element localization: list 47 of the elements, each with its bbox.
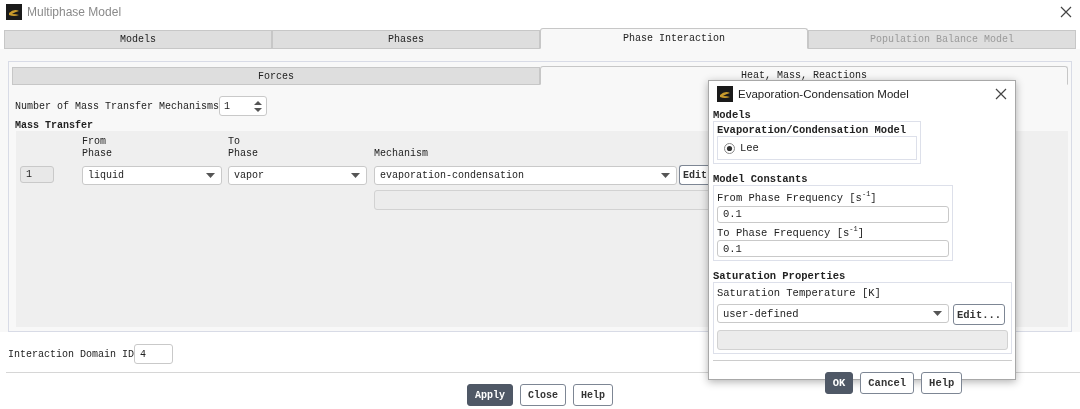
close-icon[interactable] [1060,6,1072,18]
caret-icon [933,311,942,316]
section-title: Mass Transfer [15,120,93,131]
tab[interactable]: Phases [272,30,540,49]
section-title: Saturation Properties [713,270,846,282]
field-label: From Phase Frequency [s$^{-1}$] [717,190,878,204]
radio-button[interactable] [724,142,735,154]
dialog-button[interactable]: Cancel [860,372,915,394]
to-phase-dropdown[interactable]: vapor [228,166,367,185]
column-header: From Phase [82,136,112,160]
edit-button[interactable]: Edit [679,165,709,185]
row-index: 1 [20,166,54,183]
dialog-title: Evaporation-Condensation Model [738,87,910,100]
tab[interactable]: Forces [12,67,540,85]
group-title: Evaporation/Condensation Model [717,124,908,136]
input-field[interactable]: 4 [134,344,174,364]
section-title: Models [713,109,751,121]
app-logo-icon [717,85,733,102]
caret-icon [661,173,670,178]
edit-button[interactable]: Edit... [953,304,1006,325]
field-label: Saturation Temperature [K] [717,287,882,299]
input-field[interactable]: 0.1 [717,240,949,257]
input-field[interactable]: 0.1 [717,205,949,223]
spin-box[interactable]: 1 [219,96,268,116]
dialog-button[interactable]: Help [573,384,613,406]
dialog-button[interactable]: Apply [466,384,513,406]
section-title: Model Constants [713,173,808,185]
app-logo-icon [6,4,22,20]
spinner-arrows-icon [254,100,263,112]
tab[interactable]: Phase Interaction [540,28,808,49]
dialog-button[interactable]: Close [520,384,566,406]
field-label: Interaction Domain ID [8,348,135,360]
radio-label: Lee [740,142,759,154]
close-icon[interactable] [995,87,1007,100]
caret-icon [351,173,360,178]
field-label: Number of Mass Transfer Mechanisms [15,100,220,112]
mechanism-dropdown[interactable]: evaporation-condensation [374,166,677,185]
window-title: Multiphase Model [27,5,123,19]
column-header: To Phase [228,136,258,160]
from-phase-dropdown[interactable]: liquid [82,166,222,185]
caret-icon [206,173,215,178]
field-label: To Phase Frequency [s$^{-1}$] [717,224,866,238]
dialog-button[interactable]: Help [921,372,963,394]
column-header: Mechanism [374,148,428,160]
tab[interactable]: Models [4,30,272,49]
dialog-button[interactable]: OK [824,372,854,394]
temperature-dropdown[interactable]: user-defined [717,304,949,323]
